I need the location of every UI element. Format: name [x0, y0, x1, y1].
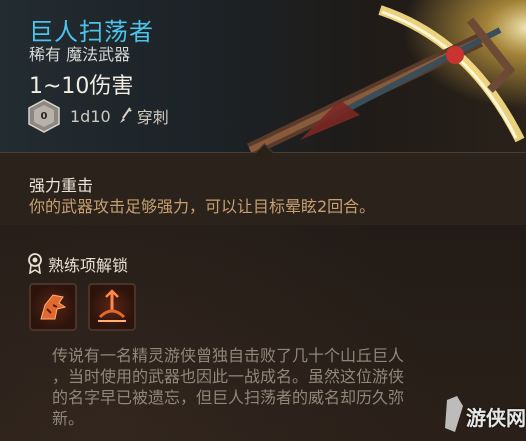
damage-type: 穿刺	[136, 108, 169, 127]
proficiency-action-2[interactable]	[88, 283, 136, 331]
damage-dice-row: 0 1d10 穿刺	[27, 99, 169, 133]
watermark-text: 游侠网	[466, 406, 526, 430]
beast-bite-icon	[40, 294, 67, 320]
lore-line: 新。	[52, 409, 85, 428]
lore-line: 的名字早已被遗忘，但巨人扫荡者的威名却历久弥	[52, 388, 405, 407]
lore-line: 传说有一名精灵游侠曾独自击败了几十个山丘巨人	[52, 346, 405, 365]
damage-dice: 1d10	[70, 106, 111, 126]
damage-range: 1~10伤害	[29, 74, 134, 99]
feature-description: 你的武器攻击足够强力，可以让目标晕眩2回合。	[29, 197, 376, 216]
item-rarity-type: 稀有 魔法武器	[29, 45, 131, 64]
lore-text: 传说有一名精灵游侠曾独自击败了几十个山丘巨人 ，当时使用的武器也因此一战成名。虽…	[52, 345, 492, 429]
proficiency-action-1[interactable]	[29, 283, 77, 331]
lore-line: ，当时使用的武器也因此一战成名。虽然这位游侠	[52, 367, 405, 386]
enchantment-value: 0	[40, 110, 48, 122]
item-tooltip: 巨人扫荡者 稀有 魔法武器 1~10伤害 0 1d10 穿刺 强力重击 你的武器…	[0, 0, 526, 441]
tooltip-header: 巨人扫荡者 稀有 魔法武器 1~10伤害 0 1d10 穿刺	[0, 0, 526, 152]
proficiency-title: 熟练项解锁	[48, 256, 129, 275]
enchantment-dice-icon: 0	[27, 99, 61, 133]
piercing-icon	[119, 107, 132, 123]
proficiency-medal-icon	[28, 253, 42, 274]
crush-strike-icon	[98, 289, 126, 322]
